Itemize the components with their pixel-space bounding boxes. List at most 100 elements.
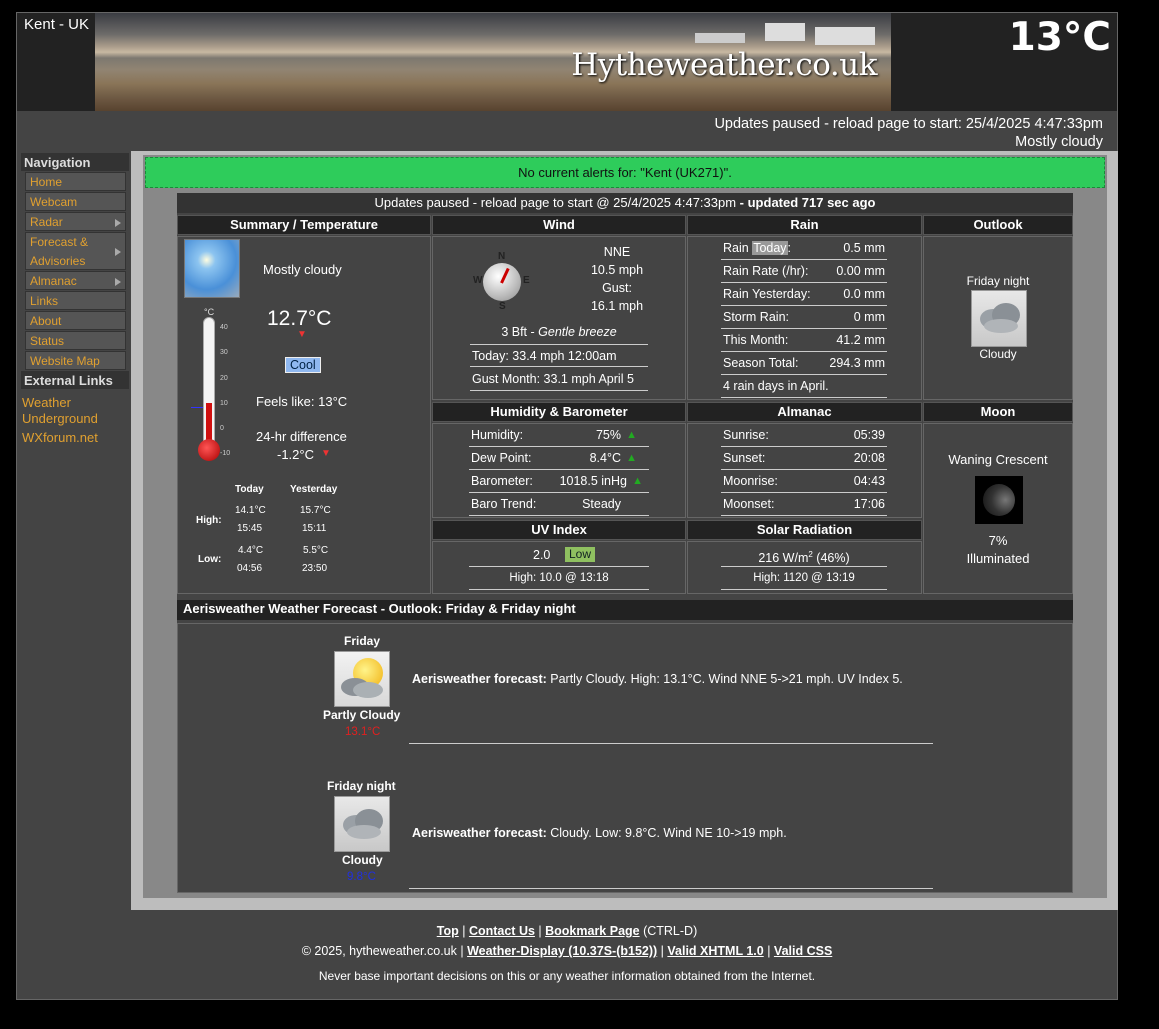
feels-like: Feels like: 13°C <box>256 394 348 409</box>
rain-yesterday-value: 0.0 mm <box>843 287 885 301</box>
outlook-title: Outlook <box>923 215 1073 235</box>
summary-temp: 12.7°C <box>267 307 332 330</box>
sunrise-value: 05:39 <box>853 428 885 442</box>
humidity-row: Humidity: 75% ▲ <box>469 424 649 447</box>
humidity-value: 75% <box>595 428 621 442</box>
location-label: Kent - UK <box>24 16 90 33</box>
thermometer: °C 40 30 20 10 0 -10 <box>186 307 246 467</box>
moon-phase-icon <box>975 476 1023 524</box>
moonset-value: 17:06 <box>853 497 885 511</box>
update-bar-text: Updates paused - reload page to start @ … <box>374 195 737 210</box>
barometer-label: Barometer: <box>471 474 533 488</box>
ext-link-wxforum[interactable]: WXforum.net <box>21 430 129 446</box>
outlook-condition: Cloudy <box>979 347 1017 361</box>
nav-webcam[interactable]: Webcam <box>25 192 126 211</box>
low-label: Low: <box>198 554 222 565</box>
sunset-row: Sunset: 20:08 <box>721 447 887 470</box>
nav-title: Navigation <box>21 153 129 171</box>
ext-link-weather-underground[interactable]: Weather Underground <box>21 395 111 427</box>
storm-rain-value: 0 mm <box>853 310 885 324</box>
uv-panel: 2.0 Low High: 10.0 @ 13:18 <box>432 541 686 594</box>
footer-contact-link[interactable]: Contact Us <box>469 924 535 938</box>
solar-percent: (46%) <box>812 551 850 566</box>
nav-status[interactable]: Status <box>25 331 126 350</box>
wind-direction: NNE <box>603 245 631 259</box>
footer-bookmark-link[interactable]: Bookmark Page <box>545 924 639 938</box>
nav-forecast[interactable]: Forecast & Advisories <box>25 232 126 270</box>
footer: Top | Contact Us | Bookmark Page (CTRL-D… <box>17 921 1117 983</box>
baro-trend-row: Baro Trend: Steady <box>469 493 649 516</box>
humidity-panel: Humidity: 75% ▲ Dew Point: 8.4°C ▲ Barometer… <box>432 423 686 518</box>
thermo-unit: °C <box>204 307 215 317</box>
forecast-day-2: Friday night <box>327 779 396 793</box>
rain-yesterday-label: Rain Yesterday: <box>723 287 811 301</box>
wind-speed: 10.5 mph <box>590 263 644 277</box>
site-name: Hytheweather.co.uk <box>571 47 877 83</box>
rain-title: Rain <box>687 215 922 235</box>
condition-line: Mostly cloudy <box>1015 134 1103 150</box>
status-line: Updates paused - reload page to start: 2… <box>714 116 1103 132</box>
trend-up-icon: ▲ <box>626 429 637 441</box>
nav-almanac[interactable]: Almanac <box>25 271 126 290</box>
forecast-high-1: 13.1°C <box>345 726 381 738</box>
humidity-label: Humidity: <box>471 428 524 442</box>
footer-wd-link[interactable]: Weather-Display (10.37S-(b152)) <box>467 944 657 958</box>
nav-links[interactable]: Links <box>25 291 126 310</box>
header: Kent - UK Hytheweather.co.uk 13°C <box>17 13 1117 111</box>
rain-today-label: Rain <box>723 241 753 255</box>
sidebar: Navigation Home Webcam Radar Forecast & A… <box>21 153 129 446</box>
cool-badge: Cool <box>285 357 321 373</box>
forecast-cond-1: Partly Cloudy <box>323 708 401 722</box>
low-yesterday: 5.5°C <box>303 545 329 556</box>
rain-today-highlight: Today <box>752 241 788 255</box>
uv-title: UV Index <box>432 520 686 540</box>
compass-s: S <box>499 301 506 312</box>
nav-home[interactable]: Home <box>25 172 126 191</box>
season-total-row: Season Total: 294.3 mm <box>721 352 887 375</box>
forecast-divider <box>409 888 933 889</box>
rain-rate-label: Rain Rate (/hr): <box>723 264 809 278</box>
wind-title: Wind <box>432 215 686 235</box>
humidity-title: Humidity & Barometer <box>432 402 686 422</box>
rain-rate-value: 0.00 mm <box>836 264 885 278</box>
banner-image[interactable]: Hytheweather.co.uk <box>95 13 891 111</box>
solar-title: Solar Radiation <box>687 520 922 540</box>
external-links-title: External Links <box>21 371 129 389</box>
footer-top-link[interactable]: Top <box>437 924 459 938</box>
moon-phase: Waning Crescent <box>948 452 1048 467</box>
forecast-low-2: 9.8°C <box>347 871 376 883</box>
nav-website-map[interactable]: Website Map <box>25 351 126 370</box>
moon-illuminated: Illuminated <box>966 551 1030 566</box>
outlook-period: Friday night <box>966 274 1030 288</box>
footer-xhtml-link[interactable]: Valid XHTML 1.0 <box>667 944 763 958</box>
solar-high-row: High: 1120 @ 13:19 <box>721 567 887 590</box>
update-status: Updates paused - reload page to start: 2… <box>714 115 1103 151</box>
sunset-value: 20:08 <box>853 451 885 465</box>
cloudy-icon <box>971 290 1027 347</box>
wind-today-row: Today: 33.4 mph 12:00am <box>470 344 648 367</box>
nav-radar-label: Radar <box>30 215 63 229</box>
nav-almanac-label: Almanac <box>30 274 77 288</box>
nav-radar[interactable]: Radar <box>25 212 126 231</box>
moon-title: Moon <box>923 402 1073 422</box>
gust-month: Gust Month: 33.1 mph April 5 <box>472 372 634 386</box>
storm-rain-row: Storm Rain: 0 mm <box>721 306 887 329</box>
sunset-label: Sunset: <box>723 451 766 465</box>
forecast-cond-2: Cloudy <box>342 853 383 867</box>
forecast-day-1: Friday <box>344 634 381 648</box>
current-temperature: 13°C <box>1008 15 1111 60</box>
summary-title: Summary / Temperature <box>177 215 431 235</box>
temp-trend-down-icon: ▼ <box>297 329 307 340</box>
high-today: 14.1°C <box>235 505 266 516</box>
submenu-arrow-icon <box>115 248 121 256</box>
baro-trend-value: Steady <box>582 497 621 511</box>
rain-days-row: 4 rain days in April. <box>721 375 887 398</box>
nav-about[interactable]: About <box>25 311 126 330</box>
footer-css-link[interactable]: Valid CSS <box>774 944 832 958</box>
summary-condition: Mostly cloudy <box>263 262 342 277</box>
scale-0: 0 <box>220 425 224 433</box>
low-today-time: 04:56 <box>237 563 263 574</box>
uv-low-badge: Low <box>565 547 596 562</box>
forecast-panel: Friday Partly Cloudy 13.1°C Aerisweather… <box>177 623 1073 893</box>
gust-label: Gust: <box>602 281 632 295</box>
